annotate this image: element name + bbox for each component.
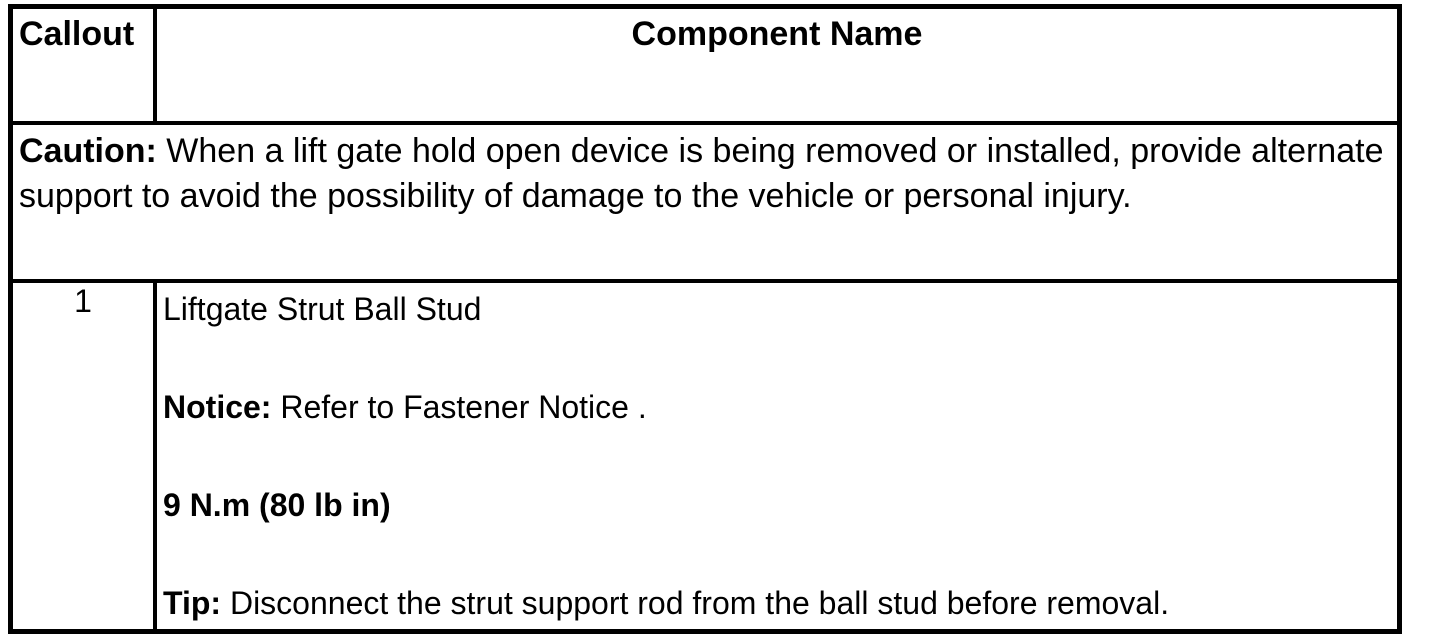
caution-cell: Caution: When a lift gate hold open devi… (8, 121, 1402, 283)
caution-label: Caution: (19, 132, 157, 170)
caution-row: Caution: When a lift gate hold open devi… (8, 121, 1402, 283)
table-row: 1 Liftgate Strut Ball Stud Notice: Refer… (8, 279, 1402, 634)
notice-text: Refer to Fastener Notice . (271, 389, 647, 425)
callout-header: Callout (8, 4, 157, 125)
caution-text: When a lift gate hold open device is bei… (19, 132, 1384, 215)
component-name-header: Component Name (153, 4, 1402, 125)
component-name: Liftgate Strut Ball Stud (163, 291, 482, 327)
notice-label: Notice: (163, 389, 272, 425)
torque-spec: 9 N.m (80 lb in) (163, 485, 1391, 583)
callout-number: 1 (8, 279, 157, 634)
component-description: Liftgate Strut Ball Stud Notice: Refer t… (153, 279, 1402, 634)
torque-value: 9 N.m (80 lb in) (163, 487, 391, 523)
tip-text: Disconnect the strut support rod from th… (221, 585, 1170, 621)
notice-line: Notice: Refer to Fastener Notice . (163, 387, 1391, 485)
header-row: Callout Component Name (8, 4, 1402, 125)
callout-table: Callout Component Name Caution: When a l… (8, 4, 1402, 634)
tip-label: Tip: (163, 585, 222, 621)
tip-line: Tip: Disconnect the strut support rod fr… (163, 583, 1391, 623)
